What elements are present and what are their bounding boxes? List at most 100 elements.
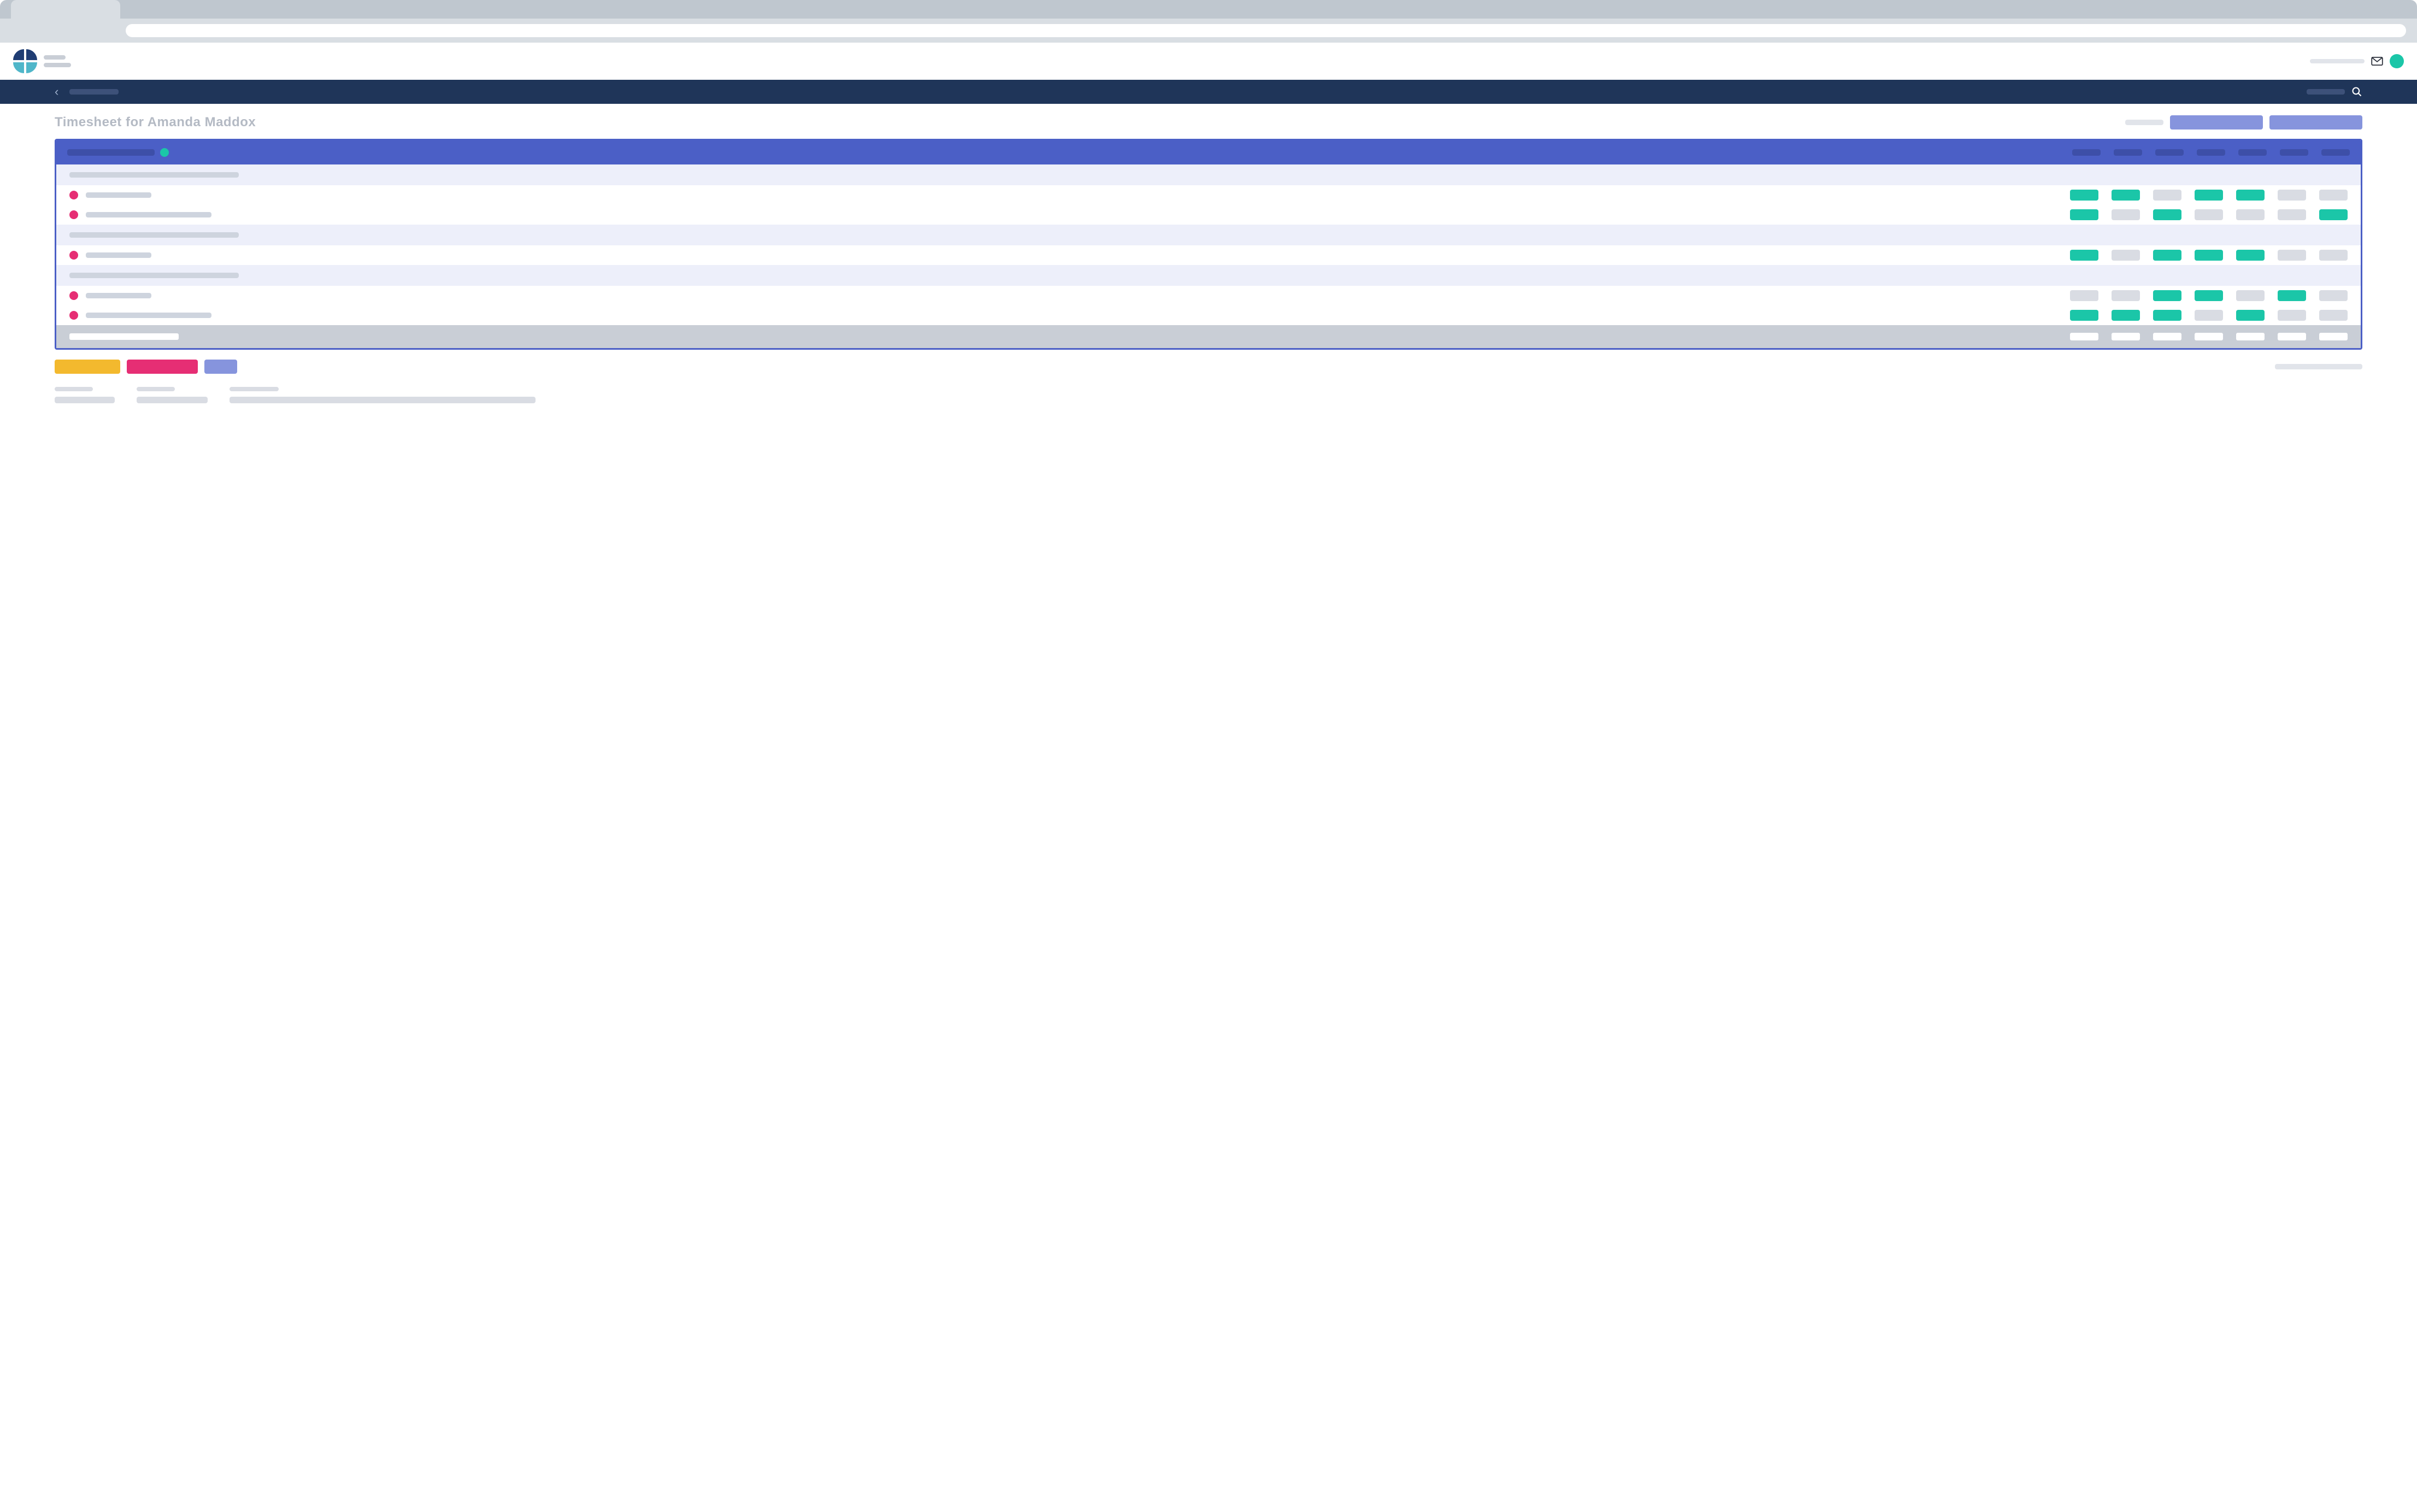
day-header	[2238, 149, 2267, 156]
footer-col	[230, 387, 536, 403]
time-cell[interactable]	[2153, 209, 2181, 220]
timesheet-panel	[55, 139, 2362, 350]
chevron-left-icon[interactable]: ‹	[55, 85, 58, 99]
nav-action-placeholder[interactable]	[2307, 89, 2345, 95]
day-header	[2197, 149, 2225, 156]
header-link-placeholder[interactable]	[2310, 59, 2365, 63]
footer-total-cell	[2278, 333, 2306, 340]
action-button-yellow[interactable]	[55, 360, 120, 374]
row-label-placeholder	[86, 252, 151, 258]
time-cell[interactable]	[2236, 190, 2265, 201]
app-header	[0, 43, 2417, 80]
user-avatar[interactable]	[2390, 54, 2404, 68]
panel-title-placeholder	[67, 149, 155, 156]
row-cells	[2070, 209, 2348, 220]
time-cell[interactable]	[2070, 310, 2098, 321]
time-cell[interactable]	[2278, 209, 2306, 220]
search-icon[interactable]	[2351, 86, 2362, 97]
footer-total-label	[69, 333, 179, 340]
time-cell[interactable]	[2112, 209, 2140, 220]
time-cell[interactable]	[2153, 290, 2181, 301]
day-header	[2114, 149, 2142, 156]
row-label-placeholder	[86, 293, 151, 298]
time-cell[interactable]	[2319, 290, 2348, 301]
page-meta-placeholder	[2275, 364, 2362, 369]
day-column-headers	[2072, 149, 2350, 156]
timesheet-panel-header	[56, 140, 2361, 164]
time-cell[interactable]	[2153, 190, 2181, 201]
time-cell[interactable]	[2236, 250, 2265, 261]
time-cell[interactable]	[2236, 290, 2265, 301]
app-logo	[13, 49, 37, 73]
url-bar[interactable]	[126, 24, 2406, 37]
time-cell[interactable]	[2278, 250, 2306, 261]
page-actions-row	[55, 360, 2362, 374]
row-marker-icon	[69, 311, 78, 320]
time-cell[interactable]	[2112, 310, 2140, 321]
timesheet-row	[56, 305, 2361, 325]
browser-chrome	[0, 0, 2417, 43]
action-button-blue[interactable]	[204, 360, 237, 374]
row-cells	[2070, 190, 2348, 201]
footer-total-cell	[2112, 333, 2140, 340]
breadcrumb-placeholder	[69, 89, 119, 95]
time-cell[interactable]	[2236, 209, 2265, 220]
section-title-placeholder	[69, 273, 239, 278]
row-marker-icon	[69, 210, 78, 219]
time-cell[interactable]	[2278, 310, 2306, 321]
section-header	[56, 265, 2361, 286]
time-cell[interactable]	[2070, 209, 2098, 220]
time-cell[interactable]	[2278, 290, 2306, 301]
header-action-button-1[interactable]	[2170, 115, 2263, 130]
time-cell[interactable]	[2153, 310, 2181, 321]
header-meta-placeholder	[2125, 120, 2163, 125]
time-cell[interactable]	[2153, 250, 2181, 261]
browser-tab[interactable]	[11, 0, 120, 19]
day-header	[2280, 149, 2308, 156]
section-header	[56, 225, 2361, 245]
time-cell[interactable]	[2236, 310, 2265, 321]
section-title-placeholder	[69, 232, 239, 238]
time-cell[interactable]	[2319, 190, 2348, 201]
timesheet-row	[56, 245, 2361, 265]
secondary-navbar: ‹	[0, 80, 2417, 104]
row-cells	[2070, 310, 2348, 321]
time-cell[interactable]	[2195, 190, 2223, 201]
time-cell[interactable]	[2112, 290, 2140, 301]
time-cell[interactable]	[2070, 250, 2098, 261]
time-cell[interactable]	[2070, 290, 2098, 301]
timesheet-row	[56, 286, 2361, 305]
browser-tab-bar	[0, 0, 2417, 19]
time-cell[interactable]	[2195, 290, 2223, 301]
action-button-pink[interactable]	[127, 360, 198, 374]
time-cell[interactable]	[2195, 209, 2223, 220]
day-header	[2155, 149, 2184, 156]
section-title-placeholder	[69, 172, 239, 178]
time-cell[interactable]	[2319, 250, 2348, 261]
timesheet-body	[56, 164, 2361, 325]
row-cells	[2070, 290, 2348, 301]
time-cell[interactable]	[2195, 310, 2223, 321]
time-cell[interactable]	[2070, 190, 2098, 201]
time-cell[interactable]	[2112, 250, 2140, 261]
row-marker-icon	[69, 191, 78, 199]
timesheet-footer	[56, 325, 2361, 348]
main-content: Timesheet for Amanda Maddox	[0, 104, 2417, 414]
row-cells	[2070, 250, 2348, 261]
footer-total-cell	[2153, 333, 2181, 340]
row-label-placeholder	[86, 192, 151, 198]
time-cell[interactable]	[2278, 190, 2306, 201]
app-header-text	[44, 55, 71, 67]
row-label-placeholder	[86, 212, 211, 217]
time-cell[interactable]	[2195, 250, 2223, 261]
footer-totals	[2070, 333, 2348, 340]
header-action-button-2[interactable]	[2269, 115, 2362, 130]
status-indicator-icon	[160, 148, 169, 157]
time-cell[interactable]	[2319, 310, 2348, 321]
mail-icon[interactable]	[2371, 57, 2383, 66]
footer-total-cell	[2070, 333, 2098, 340]
time-cell[interactable]	[2112, 190, 2140, 201]
time-cell[interactable]	[2319, 209, 2348, 220]
timesheet-row	[56, 185, 2361, 205]
page-header: Timesheet for Amanda Maddox	[55, 115, 2362, 130]
